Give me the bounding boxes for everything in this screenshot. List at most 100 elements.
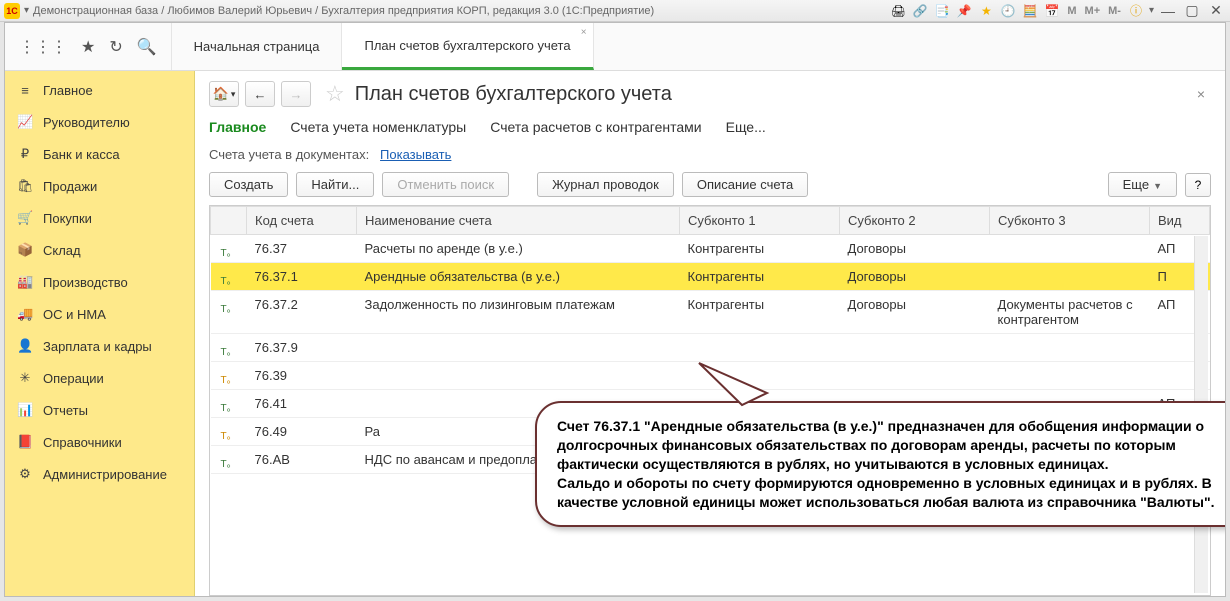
cell-code: 76.АВ [247,446,357,474]
table-row[interactable]: T。76.37.1Арендные обязательства (в у.е.)… [211,263,1210,291]
sidebar-label: ОС и НМА [43,307,106,322]
create-button[interactable]: Создать [209,172,288,197]
sidebar-label: Главное [43,83,93,98]
sidebar-label: Администрирование [43,467,167,482]
account-icon: T。 [221,427,233,439]
sidebar-item-12[interactable]: ⚙Администрирование [5,458,194,490]
cell-name: Задолженность по лизинговым платежам [357,291,680,334]
tab-chart-of-accounts[interactable]: План счетов бухгалтерского учета× [342,23,593,70]
nav-forward-button[interactable]: → [281,81,311,107]
search-icon[interactable]: 🔍 [137,37,157,57]
sidebar-item-7[interactable]: 🚚ОС и НМА [5,298,194,330]
app-frame: ⋮⋮⋮ ★ ↻ 🔍 Начальная страница План счетов… [4,22,1226,597]
col-header[interactable]: Субконто 3 [990,207,1150,235]
home-button[interactable]: 🏠 ▾ [209,81,239,107]
sidebar-item-5[interactable]: 📦Склад [5,234,194,266]
sidebar-label: Покупки [43,211,92,226]
col-header[interactable]: Наименование счета [357,207,680,235]
sidebar-item-0[interactable]: ≡Главное [5,75,194,106]
col-header[interactable]: Субконто 2 [840,207,990,235]
sidebar-item-1[interactable]: 📈Руководителю [5,106,194,138]
sidebar-item-4[interactable]: 🛒Покупки [5,202,194,234]
tool-icon[interactable]: 🔗 [911,2,929,20]
info-icon[interactable]: ⓘ [1127,2,1145,20]
sidebar-icon: 🏭 [17,274,33,290]
cell-code: 76.37.9 [247,334,357,362]
table-row[interactable]: T。 76.37.9 [211,334,1210,362]
cell-code: 76.37.1 [247,263,357,291]
close-window-button[interactable]: ✕ [1206,2,1226,19]
help-button[interactable]: ? [1185,173,1211,197]
subtab-2[interactable]: Счета расчетов с контрагентами [490,119,701,137]
cell-name [357,334,680,362]
info-dropdown[interactable]: ▾ [1149,5,1154,16]
apps-icon[interactable]: ⋮⋮⋮ [19,37,67,57]
nav-back-button[interactable]: ← [245,81,275,107]
cell-sub3 [990,362,1150,390]
sidebar-item-10[interactable]: 📊Отчеты [5,394,194,426]
favorite-star-icon[interactable]: ☆ [325,81,345,107]
show-link[interactable]: Показывать [380,147,451,162]
col-header[interactable]: Субконто 1 [680,207,840,235]
journal-button[interactable]: Журнал проводок [537,172,674,197]
memory-mplus[interactable]: M+ [1083,5,1103,17]
cell-sub2: Договоры [840,291,990,334]
main-panel: 🏠 ▾ ← → ☆ План счетов бухгалтерского уче… [195,71,1225,596]
history-icon[interactable]: 🕘 [999,2,1017,20]
account-icon: T。 [221,343,233,355]
sidebar-item-9[interactable]: ✳Операции [5,362,194,394]
cell-code: 76.39 [247,362,357,390]
pin-icon[interactable]: 📌 [955,2,973,20]
cancel-search-button: Отменить поиск [382,172,509,197]
table-row[interactable]: T。76.37Расчеты по аренде (в у.е.)Контраг… [211,235,1210,263]
cell-sub2: Договоры [840,263,990,291]
more-button[interactable]: Еще▼ [1108,172,1177,197]
calculator-icon[interactable]: 🧮 [1021,2,1039,20]
sidebar-label: Производство [43,275,128,290]
sidebar-item-6[interactable]: 🏭 Производство [5,266,194,298]
tab-start-page[interactable]: Начальная страница [172,23,343,70]
clipboard-icon[interactable]: ↻ [109,37,122,57]
cell-sub3 [990,235,1150,263]
col-header[interactable]: Вид [1150,207,1210,235]
compare-icon[interactable]: 📑 [933,2,951,20]
cell-sub2: Договоры [840,235,990,263]
maximize-button[interactable]: ▢ [1182,2,1202,19]
cell-code: 76.41 [247,390,357,418]
sidebar-item-8[interactable]: 👤Зарплата и кадры [5,330,194,362]
sidebar-label: Отчеты [43,403,88,418]
account-icon: T。 [221,371,233,383]
table-row[interactable]: T。76.37.2Задолженность по лизинговым пла… [211,291,1210,334]
tab-close-icon[interactable]: × [581,27,587,38]
memory-m[interactable]: M [1065,5,1078,17]
sidebar-item-11[interactable]: 📕Справочники [5,426,194,458]
col-header[interactable]: Код счета [247,207,357,235]
calendar-icon[interactable]: 📅 [1043,2,1061,20]
cell-sub2 [840,334,990,362]
subtab-3[interactable]: Еще... [726,119,766,137]
star-icon[interactable]: ★ [81,37,95,57]
find-button[interactable]: Найти... [296,172,374,197]
cell-sub1 [680,334,840,362]
sidebar-item-2[interactable]: ₽Банк и касса [5,138,194,170]
sidebar-label: Операции [43,371,104,386]
description-button[interactable]: Описание счета [682,172,808,197]
sidebar-label: Склад [43,243,81,258]
minimize-button[interactable]: — [1158,3,1178,19]
memory-mminus[interactable]: M- [1106,5,1123,17]
sidebar-item-3[interactable]: 🛍Продажи [5,170,194,202]
app-menu-dropdown[interactable]: ▾ [24,5,29,16]
cell-sub3 [990,263,1150,291]
close-page-icon[interactable]: × [1191,86,1211,102]
sidebar-label: Руководителю [43,115,130,130]
account-icon: T。 [221,399,233,411]
sidebar-label: Продажи [43,179,97,194]
app-logo-icon: 1C [4,3,20,19]
subtab-0[interactable]: Главное [209,119,266,137]
sidebar-label: Справочники [43,435,122,450]
favorite-icon[interactable]: ★ [977,2,995,20]
print-icon[interactable]: 🖨 [889,2,907,20]
subtab-1[interactable]: Счета учета номенклатуры [290,119,466,137]
col-header[interactable] [211,207,247,235]
top-tab-bar: ⋮⋮⋮ ★ ↻ 🔍 Начальная страница План счетов… [5,23,1225,71]
